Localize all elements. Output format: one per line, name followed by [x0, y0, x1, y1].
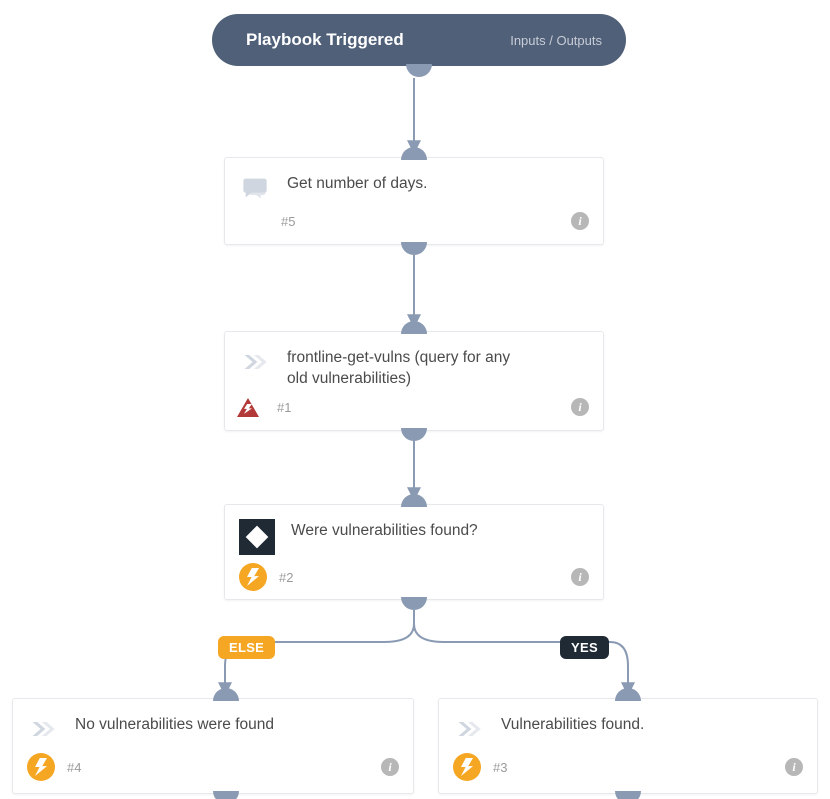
task-node-found-vulns[interactable]: Vulnerabilities found. #3 i — [438, 698, 818, 794]
node-label: frontline-get-vulns (query for any old v… — [287, 346, 527, 390]
task-node-get-days[interactable]: Get number of days. #5 i — [224, 157, 604, 245]
chat-icon — [239, 172, 271, 204]
node-ticket: #4 — [67, 760, 81, 775]
alert-icon — [237, 398, 259, 417]
bolt-icon — [27, 753, 55, 781]
node-label: Were vulnerabilities found? — [291, 519, 478, 542]
port-in[interactable] — [615, 688, 641, 701]
info-icon[interactable]: i — [571, 212, 589, 230]
info-icon[interactable]: i — [381, 758, 399, 776]
diamond-icon — [239, 519, 275, 555]
port-in[interactable] — [213, 688, 239, 701]
port-out[interactable] — [401, 597, 427, 610]
node-ticket: #2 — [279, 570, 293, 585]
info-icon[interactable]: i — [571, 568, 589, 586]
info-icon[interactable]: i — [785, 758, 803, 776]
port-out[interactable] — [406, 64, 432, 77]
port-out[interactable] — [615, 791, 641, 799]
chevron-icon — [239, 346, 271, 378]
info-icon[interactable]: i — [571, 398, 589, 416]
branch-label-else[interactable]: ELSE — [218, 636, 275, 659]
task-node-get-vulns[interactable]: frontline-get-vulns (query for any old v… — [224, 331, 604, 431]
node-ticket: #5 — [281, 214, 295, 229]
port-out[interactable] — [401, 242, 427, 255]
port-in[interactable] — [401, 147, 427, 160]
chevron-icon — [453, 713, 485, 745]
node-label: Vulnerabilities found. — [501, 713, 644, 736]
node-ticket: #1 — [277, 400, 291, 415]
trigger-node[interactable]: Playbook Triggered Inputs / Outputs — [212, 14, 626, 66]
branch-label-yes[interactable]: YES — [560, 636, 609, 659]
port-in[interactable] — [401, 321, 427, 334]
condition-node-vulns[interactable]: Were vulnerabilities found? #2 i — [224, 504, 604, 600]
node-label: Get number of days. — [287, 172, 427, 195]
task-node-no-vulns[interactable]: No vulnerabilities were found #4 i — [12, 698, 414, 794]
playbook-canvas: Playbook Triggered Inputs / Outputs Get … — [0, 0, 830, 799]
node-label: No vulnerabilities were found — [75, 713, 274, 736]
chevron-icon — [27, 713, 59, 745]
inputs-outputs-link[interactable]: Inputs / Outputs — [510, 33, 602, 48]
port-out[interactable] — [213, 791, 239, 799]
trigger-title: Playbook Triggered — [246, 30, 404, 50]
port-out[interactable] — [401, 428, 427, 441]
port-in[interactable] — [401, 494, 427, 507]
bolt-icon — [239, 563, 267, 591]
node-ticket: #3 — [493, 760, 507, 775]
bolt-icon — [453, 753, 481, 781]
